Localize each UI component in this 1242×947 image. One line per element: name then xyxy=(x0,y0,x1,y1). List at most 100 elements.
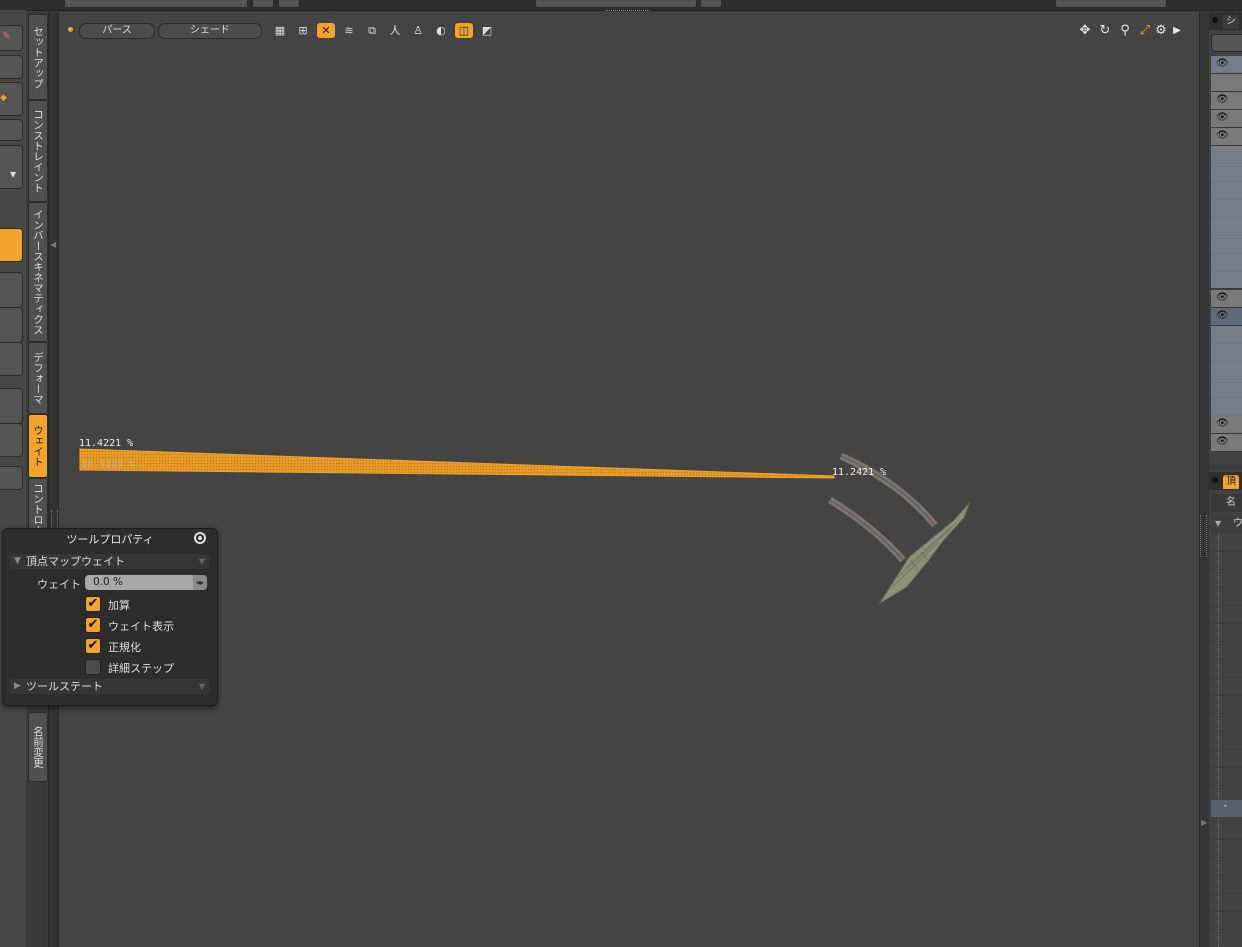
tool-slot[interactable]: ◆ xyxy=(0,82,23,116)
tool-slot-active[interactable] xyxy=(0,228,23,262)
checker-icon[interactable]: ▦ xyxy=(271,23,289,38)
tool-dropdown[interactable]: ▼ xyxy=(0,145,23,189)
rotate-icon[interactable]: ↻ xyxy=(1096,22,1114,40)
person-icon[interactable]: ♙ xyxy=(409,23,427,38)
tab-vertex-map[interactable]: 頂 xyxy=(1223,475,1239,489)
list-group[interactable] xyxy=(1211,326,1242,417)
pen-icon: ✎ xyxy=(2,31,11,42)
list-item[interactable]: 👁 xyxy=(1211,416,1242,434)
weighted-mesh-strip xyxy=(79,448,835,479)
list-item-selected[interactable]: • xyxy=(1211,800,1242,817)
spinner-icon[interactable]: ◂▸ xyxy=(193,575,207,590)
tool-slot[interactable] xyxy=(0,423,23,457)
shading-menu[interactable]: シェード xyxy=(158,23,262,39)
tool-slot[interactable] xyxy=(0,272,23,308)
panel-menu-dot[interactable] xyxy=(1212,477,1218,483)
list-item[interactable] xyxy=(1211,74,1242,92)
eye-icon[interactable]: 👁 xyxy=(1216,418,1229,429)
tool-slot[interactable] xyxy=(0,119,23,141)
scene-panel: シ 👁 👁 👁 👁 👁 👁 👁 👁 xyxy=(1209,12,1242,464)
vertex-map-list[interactable] xyxy=(1211,534,1242,947)
eye-icon[interactable]: 👁 xyxy=(1216,58,1229,69)
right-panel-divider[interactable]: ▶ xyxy=(1199,12,1209,947)
checkbox-add[interactable]: ✔ xyxy=(85,596,101,612)
tab-deformer[interactable]: デフォーマ xyxy=(28,342,48,414)
drag-handle[interactable] xyxy=(1200,515,1207,557)
checkbox-detail-step[interactable] xyxy=(85,659,101,675)
waves-icon[interactable]: ≋ xyxy=(340,23,358,38)
collapse-right-icon[interactable]: ▶ xyxy=(1201,818,1207,827)
list-item[interactable]: 👁 xyxy=(1211,56,1242,74)
chevron-down-icon[interactable]: ▼ xyxy=(1215,514,1221,534)
chevron-down-icon: ▼ xyxy=(14,556,21,566)
pin-icon[interactable] xyxy=(194,532,206,544)
list-item[interactable]: 👁 xyxy=(1211,290,1242,308)
tab-setup[interactable]: セットアップ xyxy=(28,14,48,100)
left-tool-panel: ✎ ◆ ▼ xyxy=(0,10,26,947)
list-item[interactable]: 👁 xyxy=(1211,128,1242,146)
top-toolbar-button[interactable] xyxy=(700,0,722,8)
zoom-icon[interactable]: ⚲ xyxy=(1116,22,1134,40)
tool-slot[interactable] xyxy=(0,342,23,376)
top-toolbar-button-group[interactable] xyxy=(64,0,248,8)
top-toolbar: ▲ xyxy=(0,0,1242,18)
section-tool-state[interactable]: ▶ ツールステート ▼ xyxy=(9,679,209,694)
panel-menu-dot[interactable] xyxy=(1212,17,1218,23)
top-toolbar-button[interactable] xyxy=(252,0,274,8)
triangle-icon[interactable]: ◩ xyxy=(478,23,496,38)
collapse-left-icon[interactable]: ◀ xyxy=(50,240,56,249)
dropdown-icon: ▼ xyxy=(198,682,205,691)
dot-icon: • xyxy=(1223,802,1228,811)
top-toolbar-button-group[interactable] xyxy=(1055,0,1167,8)
list-item-selected[interactable]: 👁 xyxy=(1211,308,1242,326)
tool-slot[interactable] xyxy=(0,388,23,424)
search-icon[interactable] xyxy=(278,0,300,8)
layers-icon[interactable]: ⧉ xyxy=(363,23,381,38)
column-header-name[interactable]: 名前 xyxy=(1211,494,1242,526)
mesh-blade xyxy=(878,501,971,605)
grid-icon[interactable]: ⊞ xyxy=(294,23,312,38)
tab-rename[interactable]: 名前変更 xyxy=(28,712,48,782)
play-icon[interactable]: ▶ xyxy=(1168,22,1186,40)
figure-icon[interactable]: 人 xyxy=(386,23,404,38)
move-icon[interactable]: ✥ xyxy=(1076,22,1094,40)
eye-icon[interactable]: 👁 xyxy=(1216,130,1229,141)
checkbox-show-weight-label: ウェイト表示 xyxy=(108,620,174,633)
half-shade-icon[interactable]: ◐ xyxy=(432,23,450,38)
viewport-status-dot xyxy=(68,27,73,32)
eye-icon[interactable]: 👁 xyxy=(1216,310,1229,321)
tab-scene[interactable]: シ xyxy=(1223,15,1239,29)
eye-icon[interactable]: 👁 xyxy=(1216,292,1229,303)
weight-label-left-top: 11.4221 % xyxy=(79,438,134,449)
section-vertex-map-weight[interactable]: ▼ 頂点マップウェイト ▼ xyxy=(9,554,209,569)
tab-inverse-kinematics[interactable]: インバースキネマティクス xyxy=(28,202,48,342)
tool-slot[interactable]: ✎ xyxy=(0,25,23,51)
eye-icon[interactable]: 👁 xyxy=(1216,436,1229,447)
tool-slot[interactable] xyxy=(0,307,23,343)
section-label: ツールステート xyxy=(26,680,103,693)
chevron-down-icon: ▼ xyxy=(10,170,17,179)
list-group-weight[interactable]: ▼ ウ xyxy=(1211,514,1242,534)
list-item[interactable]: 👁 xyxy=(1211,110,1242,128)
vertical-tab-strip: セットアップ コンストレイント インバースキネマティクス デフォーマ ウェイト … xyxy=(27,12,48,947)
eye-icon[interactable]: 👁 xyxy=(1216,112,1229,123)
list-item[interactable]: 👁 xyxy=(1211,92,1242,110)
mirror-icon[interactable]: ◫ xyxy=(455,23,473,38)
eye-icon[interactable]: 👁 xyxy=(1216,94,1229,105)
view-type-menu[interactable]: パース xyxy=(79,23,155,39)
checkbox-show-weight[interactable]: ✔ xyxy=(85,617,101,633)
tab-constraint[interactable]: コンストレイント xyxy=(28,100,48,202)
mesh-rod-lower xyxy=(828,497,906,563)
viewport-scene xyxy=(79,448,971,605)
scene-filter-input[interactable] xyxy=(1211,34,1242,52)
list-group[interactable] xyxy=(1211,146,1242,289)
tool-slot[interactable] xyxy=(0,466,23,490)
top-toolbar-button-group[interactable] xyxy=(535,0,697,8)
weight-input[interactable]: 0.0 % ◂▸ xyxy=(85,575,207,590)
checkbox-normalize[interactable]: ✔ xyxy=(85,638,101,654)
close-x-icon[interactable]: ✕ xyxy=(317,23,335,38)
tool-slot[interactable] xyxy=(0,55,23,79)
tab-weight[interactable]: ウェイト xyxy=(28,414,48,478)
3d-viewport[interactable]: パース シェード ▦ ⊞ ✕ ≋ ⧉ 人 ♙ ◐ ◫ ◩ ✥ ↻ ⚲ ⤢ ⚙ ▶ xyxy=(58,12,1200,947)
list-item[interactable]: 👁 xyxy=(1211,434,1242,452)
